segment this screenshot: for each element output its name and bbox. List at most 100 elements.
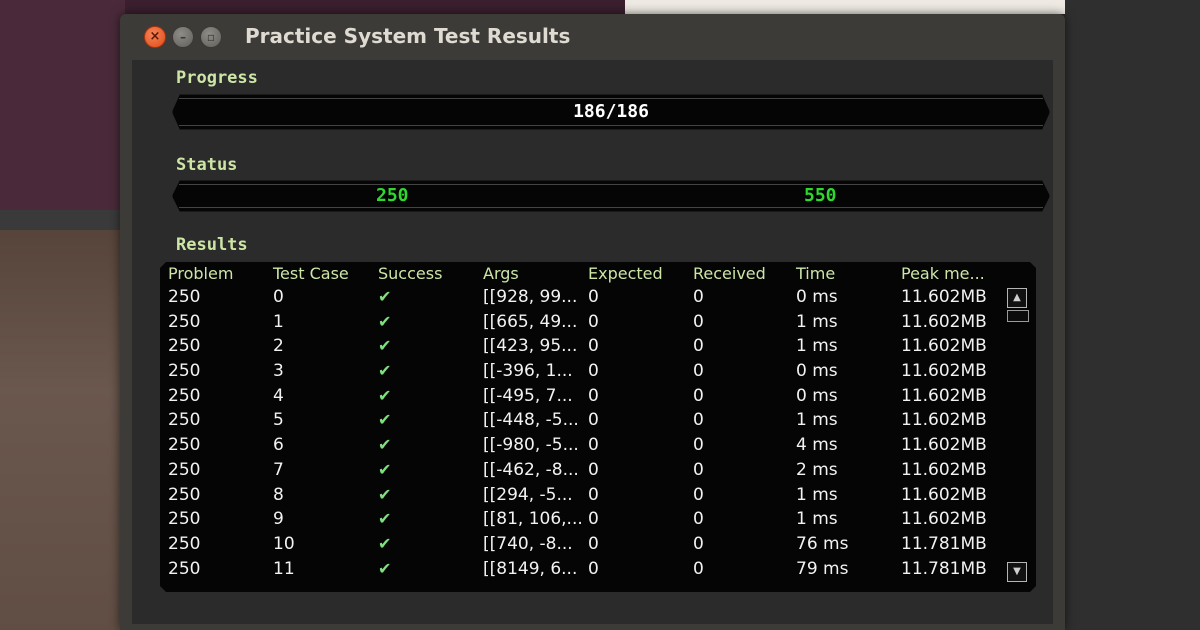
cell-expected: 0 <box>588 361 599 382</box>
cell-time: 1 ms <box>796 336 838 357</box>
cell-peak-memory: 11.781MB <box>901 533 987 554</box>
cell-expected: 0 <box>588 410 599 431</box>
scrollbar-thumb[interactable] <box>1007 310 1029 322</box>
cell-expected: 0 <box>588 509 599 530</box>
cell-expected: 0 <box>588 558 599 579</box>
cell-time: 79 ms <box>796 558 849 579</box>
column-header-args[interactable]: Args <box>483 264 519 283</box>
table-row[interactable]: 250 2 ✔ [[423, 95... 0 0 1 ms 11.602MB <box>168 334 1004 359</box>
cell-received: 0 <box>693 558 704 579</box>
table-row[interactable]: 250 8 ✔ [[294, -5... 0 0 1 ms 11.602MB <box>168 483 1004 508</box>
cell-peak-memory: 11.602MB <box>901 509 987 530</box>
cell-peak-memory: 11.602MB <box>901 484 987 505</box>
cell-test-case: 7 <box>273 459 284 480</box>
column-header-peak-memory[interactable]: Peak me... <box>901 264 985 283</box>
checkmark-icon: ✔ <box>378 287 392 306</box>
table-row[interactable]: 250 6 ✔ [[-980, -5... 0 0 4 ms 11.602MB <box>168 433 1004 458</box>
cell-args: [[-396, 1... <box>483 361 573 382</box>
status-bar-track <box>179 184 1043 208</box>
cell-test-case: 11 <box>273 558 295 579</box>
cell-expected: 0 <box>588 459 599 480</box>
table-row[interactable]: 250 5 ✔ [[-448, -5... 0 0 1 ms 11.602MB <box>168 408 1004 433</box>
table-row[interactable]: 250 0 ✔ [[928, 99... 0 0 0 ms 11.602MB <box>168 285 1004 310</box>
cell-problem: 250 <box>168 435 201 456</box>
cell-received: 0 <box>693 533 704 554</box>
results-label: Results <box>176 235 248 255</box>
cell-peak-memory: 11.602MB <box>901 287 987 307</box>
cell-time: 1 ms <box>796 311 838 332</box>
title-bar[interactable]: × – ▫ Practice System Test Results <box>120 14 1065 60</box>
column-header-received[interactable]: Received <box>693 264 766 283</box>
column-header-time[interactable]: Time <box>796 264 835 283</box>
desktop-background-right <box>1065 0 1200 630</box>
checkmark-icon: ✔ <box>378 410 392 430</box>
cell-received: 0 <box>693 459 704 480</box>
table-row[interactable]: 250 4 ✔ [[-495, 7... 0 0 0 ms 11.602MB <box>168 384 1004 409</box>
cell-args: [[-980, -5... <box>483 435 579 456</box>
table-row[interactable]: 250 11 ✔ [[8149, 6... 0 0 79 ms 11.781MB <box>168 557 1004 582</box>
cell-peak-memory: 11.602MB <box>901 336 987 357</box>
cell-problem: 250 <box>168 533 201 554</box>
cell-args: [[81, 106,... <box>483 509 583 530</box>
cell-args: [[294, -5... <box>483 484 573 505</box>
cell-time: 4 ms <box>796 435 838 456</box>
status-value-550: 550 <box>804 185 837 206</box>
cell-received: 0 <box>693 410 704 431</box>
cell-problem: 250 <box>168 361 201 382</box>
checkmark-icon: ✔ <box>378 558 392 578</box>
minimize-button[interactable]: – <box>172 26 194 48</box>
cell-problem: 250 <box>168 558 201 579</box>
results-table-body: 250 0 ✔ [[928, 99... 0 0 0 ms 11.602MB 250 1 ✔ [[66… <box>168 285 1004 585</box>
maximize-button[interactable]: ▫ <box>200 26 222 48</box>
cell-time: 0 ms <box>796 361 838 382</box>
table-row[interactable]: 250 1 ✔ [[665, 49... 0 0 1 ms 11.602MB <box>168 310 1004 335</box>
cell-peak-memory: 11.602MB <box>901 410 987 431</box>
close-icon: × <box>149 29 161 44</box>
cell-expected: 0 <box>588 484 599 505</box>
cell-test-case: 10 <box>273 533 295 554</box>
cell-received: 0 <box>693 435 704 456</box>
cell-time: 76 ms <box>796 533 849 554</box>
cell-args: [[740, -8... <box>483 533 573 554</box>
table-row[interactable]: 250 7 ✔ [[-462, -8... 0 0 2 ms 11.602MB <box>168 458 1004 483</box>
cell-time: 1 ms <box>796 410 838 431</box>
cell-args: [[8149, 6... <box>483 558 578 579</box>
cell-received: 0 <box>693 484 704 505</box>
column-header-expected[interactable]: Expected <box>588 264 663 283</box>
checkmark-icon: ✔ <box>378 385 392 405</box>
cell-expected: 0 <box>588 385 599 406</box>
scroll-up-arrow-icon[interactable]: ▲ <box>1007 288 1027 308</box>
checkmark-icon: ✔ <box>378 435 392 455</box>
cell-expected: 0 <box>588 435 599 456</box>
close-button[interactable]: × <box>144 26 166 48</box>
scroll-down-arrow-icon[interactable]: ▼ <box>1007 562 1027 582</box>
cell-received: 0 <box>693 509 704 530</box>
cell-time: 2 ms <box>796 459 838 480</box>
cell-test-case: 6 <box>273 435 284 456</box>
cell-problem: 250 <box>168 287 201 307</box>
cell-args: [[-495, 7... <box>483 385 573 406</box>
minimize-icon: – <box>180 30 186 44</box>
results-scrollbar[interactable]: ▲ ▼ <box>1004 284 1034 584</box>
cell-expected: 0 <box>588 311 599 332</box>
cell-args: [[-448, -5... <box>483 410 579 431</box>
checkmark-icon: ✔ <box>378 459 392 479</box>
column-header-test-case[interactable]: Test Case <box>273 264 349 283</box>
table-row[interactable]: 250 3 ✔ [[-396, 1... 0 0 0 ms 11.602MB <box>168 359 1004 384</box>
cell-received: 0 <box>693 311 704 332</box>
table-row[interactable]: 250 10 ✔ [[740, -8... 0 0 76 ms 11.781MB <box>168 532 1004 557</box>
checkmark-icon: ✔ <box>378 361 392 381</box>
status-bar: 250 550 <box>172 180 1050 212</box>
cell-time: 1 ms <box>796 509 838 530</box>
cell-time: 0 ms <box>796 287 838 307</box>
desktop-background-top <box>125 0 625 14</box>
cell-test-case: 3 <box>273 361 284 382</box>
results-table: Problem Test Case Success Args Expected … <box>160 262 1036 592</box>
cell-args: [[928, 99... <box>483 287 578 307</box>
column-header-success[interactable]: Success <box>378 264 442 283</box>
cell-peak-memory: 11.602MB <box>901 361 987 382</box>
cell-expected: 0 <box>588 287 599 307</box>
cell-test-case: 8 <box>273 484 284 505</box>
column-header-problem[interactable]: Problem <box>168 264 233 283</box>
table-row[interactable]: 250 9 ✔ [[81, 106,... 0 0 1 ms 11.602MB <box>168 507 1004 532</box>
